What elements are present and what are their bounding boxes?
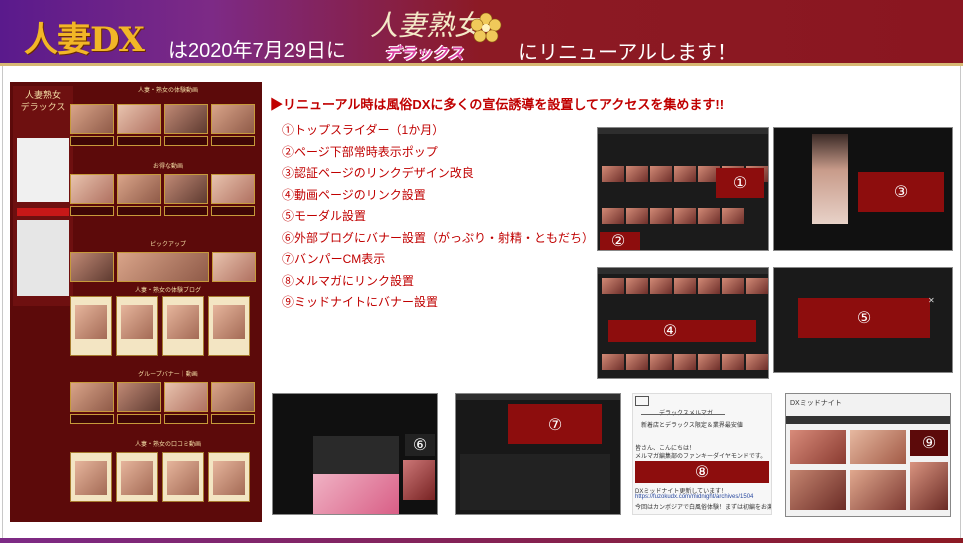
mockup-section-title: グループバナー｜動画 xyxy=(138,371,198,378)
mockup-caption-row xyxy=(70,206,255,216)
new-brand-logo: 人妻熟女 デラックス xyxy=(370,4,505,64)
mailmag-greet2: メルマガ編集部のファンキーダイヤモンドです。 xyxy=(635,454,767,460)
screenshot-blog: ⑥ xyxy=(272,393,438,515)
list-item: ①トップスライダー（1か月） xyxy=(282,123,445,137)
list-item: ④動画ページのリンク設置 xyxy=(282,187,426,202)
marker-number: ① xyxy=(732,173,748,192)
marker-number: ⑥ xyxy=(412,435,428,454)
marker-number: ⑦ xyxy=(547,415,563,434)
shot-nav-bar xyxy=(598,268,768,274)
shot-photo xyxy=(850,470,906,510)
mailmag-sub: 新着店とデラックス限定＆業界最安値 xyxy=(641,423,743,429)
mockup-section-title: 人妻・熟女の口コミ動画 xyxy=(134,441,201,448)
midnight-title: DXミッドナイト xyxy=(790,400,842,407)
shot-banner xyxy=(313,474,399,514)
marker-number: ③ xyxy=(893,182,909,201)
screenshot-bumper: ⑦ xyxy=(455,393,621,515)
mockup-area-box xyxy=(17,220,69,296)
screenshot-mailmag: デラックスメルマガ 新着店とデラックス限定＆業界最安値 皆さん、こんにちは！ メ… xyxy=(632,393,772,515)
announce-suffix: にリニューアルします！ xyxy=(518,42,737,64)
list-item: ⑨ミッドナイトにバナー設置 xyxy=(282,295,439,309)
shot-side-banner xyxy=(403,460,435,500)
header-banner: 人妻DX は2020年7月29日に 人妻熟女 デラックス にリニューアルします！ xyxy=(0,0,963,66)
shot-listing xyxy=(460,454,610,510)
mockup-section-title: 人妻・熟女の体験動画 xyxy=(137,87,198,94)
mockup-sidebar: 人妻熟女 デラックス xyxy=(13,86,73,306)
shot-nav-bar xyxy=(786,416,950,424)
marker-number: ④ xyxy=(662,321,678,340)
shot-banner xyxy=(910,462,948,510)
shot-photo xyxy=(790,430,846,464)
list-item: ③認証ページのリンクデザイン改良 xyxy=(282,166,474,180)
shot-photo xyxy=(850,430,906,464)
mailmag-tail: 今回はカンボジアで白風俗体験！まずは初編をお楽しみください☆ xyxy=(635,505,771,511)
marker-number: ⑤ xyxy=(856,308,872,327)
divider xyxy=(641,414,725,415)
shot-thumb-strip xyxy=(602,208,744,224)
screenshot-modal: ⑤ ✕ xyxy=(773,267,953,373)
list-item: ⑥外部ブログにバナー設置（がっぷり・射精・ともだち） xyxy=(282,230,595,245)
screenshot-midnight: DXミッドナイト ⑨ xyxy=(785,393,951,517)
mockup-section-title: ピックアップ xyxy=(149,241,186,248)
mockup-card-row xyxy=(70,296,250,356)
flower-icon xyxy=(470,12,502,43)
bottom-bar xyxy=(0,538,963,543)
shot-photo xyxy=(812,134,848,224)
screenshot-video: ④ xyxy=(597,267,769,379)
mockup-thumb-row xyxy=(70,104,255,134)
list-item: ②ページ下部常時表示ポップ xyxy=(282,144,438,159)
mockup-search-button xyxy=(17,208,69,216)
new-brand-logo-top: 人妻熟女 xyxy=(370,9,483,42)
shot-thumb-strip xyxy=(602,278,768,294)
site-mockup: 人妻熟女 デラックス 人妻・熟女の体験動画 お得な動画 ピックアップ 人妻・熟女の… xyxy=(10,82,262,522)
mockup-caption-row xyxy=(70,414,255,424)
new-brand-logo-bottom: デラックス xyxy=(384,44,464,63)
mail-icon xyxy=(635,396,649,406)
mailmag-link[interactable]: https://fuzokudx.com/midnight/archives/1… xyxy=(635,494,753,500)
measure-list: ①トップスライダー（1か月） ②ページ下部常時表示ポップ ③認証ページのリンクデ… xyxy=(282,120,594,314)
mockup-thumb-row xyxy=(70,382,255,412)
marker-number: ⑨ xyxy=(921,433,937,452)
mockup-caption-row xyxy=(70,136,255,146)
marker-number: ② xyxy=(610,231,626,250)
marker-number: ⑧ xyxy=(694,462,710,481)
screenshot-auth: ③ xyxy=(773,127,953,251)
list-item: ⑦バンパーCM表示 xyxy=(282,252,386,266)
mockup-search-box xyxy=(17,138,69,202)
mockup-card-row xyxy=(70,452,250,502)
mockup-section-title: お得な動画 xyxy=(152,163,183,170)
mockup-logo: 人妻熟女 デラックス xyxy=(20,91,66,113)
list-item: ⑤モーダル設置 xyxy=(282,209,367,223)
shot-nav-bar xyxy=(456,394,620,400)
shot-thumb-strip xyxy=(602,354,768,370)
screenshot-slider: ① ② xyxy=(597,127,769,251)
mockup-thumb-row xyxy=(70,174,255,204)
mockup-section-title: 人妻・熟女の体験ブログ xyxy=(134,287,201,294)
mailmag-title: デラックスメルマガ xyxy=(659,408,713,417)
announce-prefix: は2020年7月29日に xyxy=(168,40,346,62)
lead-heading: ▶リニューアル時は風俗DXに多くの宣伝誘導を設置してアクセスを集めます!! xyxy=(270,97,725,112)
close-icon: ✕ xyxy=(928,296,935,305)
shot-nav-bar xyxy=(598,128,768,134)
list-item: ⑧メルマガにリンク設置 xyxy=(282,273,415,288)
mockup-pickup-row xyxy=(70,252,256,282)
old-brand-logo: 人妻DX xyxy=(24,20,145,60)
highlight-box xyxy=(608,320,756,342)
shot-photo xyxy=(790,470,846,510)
